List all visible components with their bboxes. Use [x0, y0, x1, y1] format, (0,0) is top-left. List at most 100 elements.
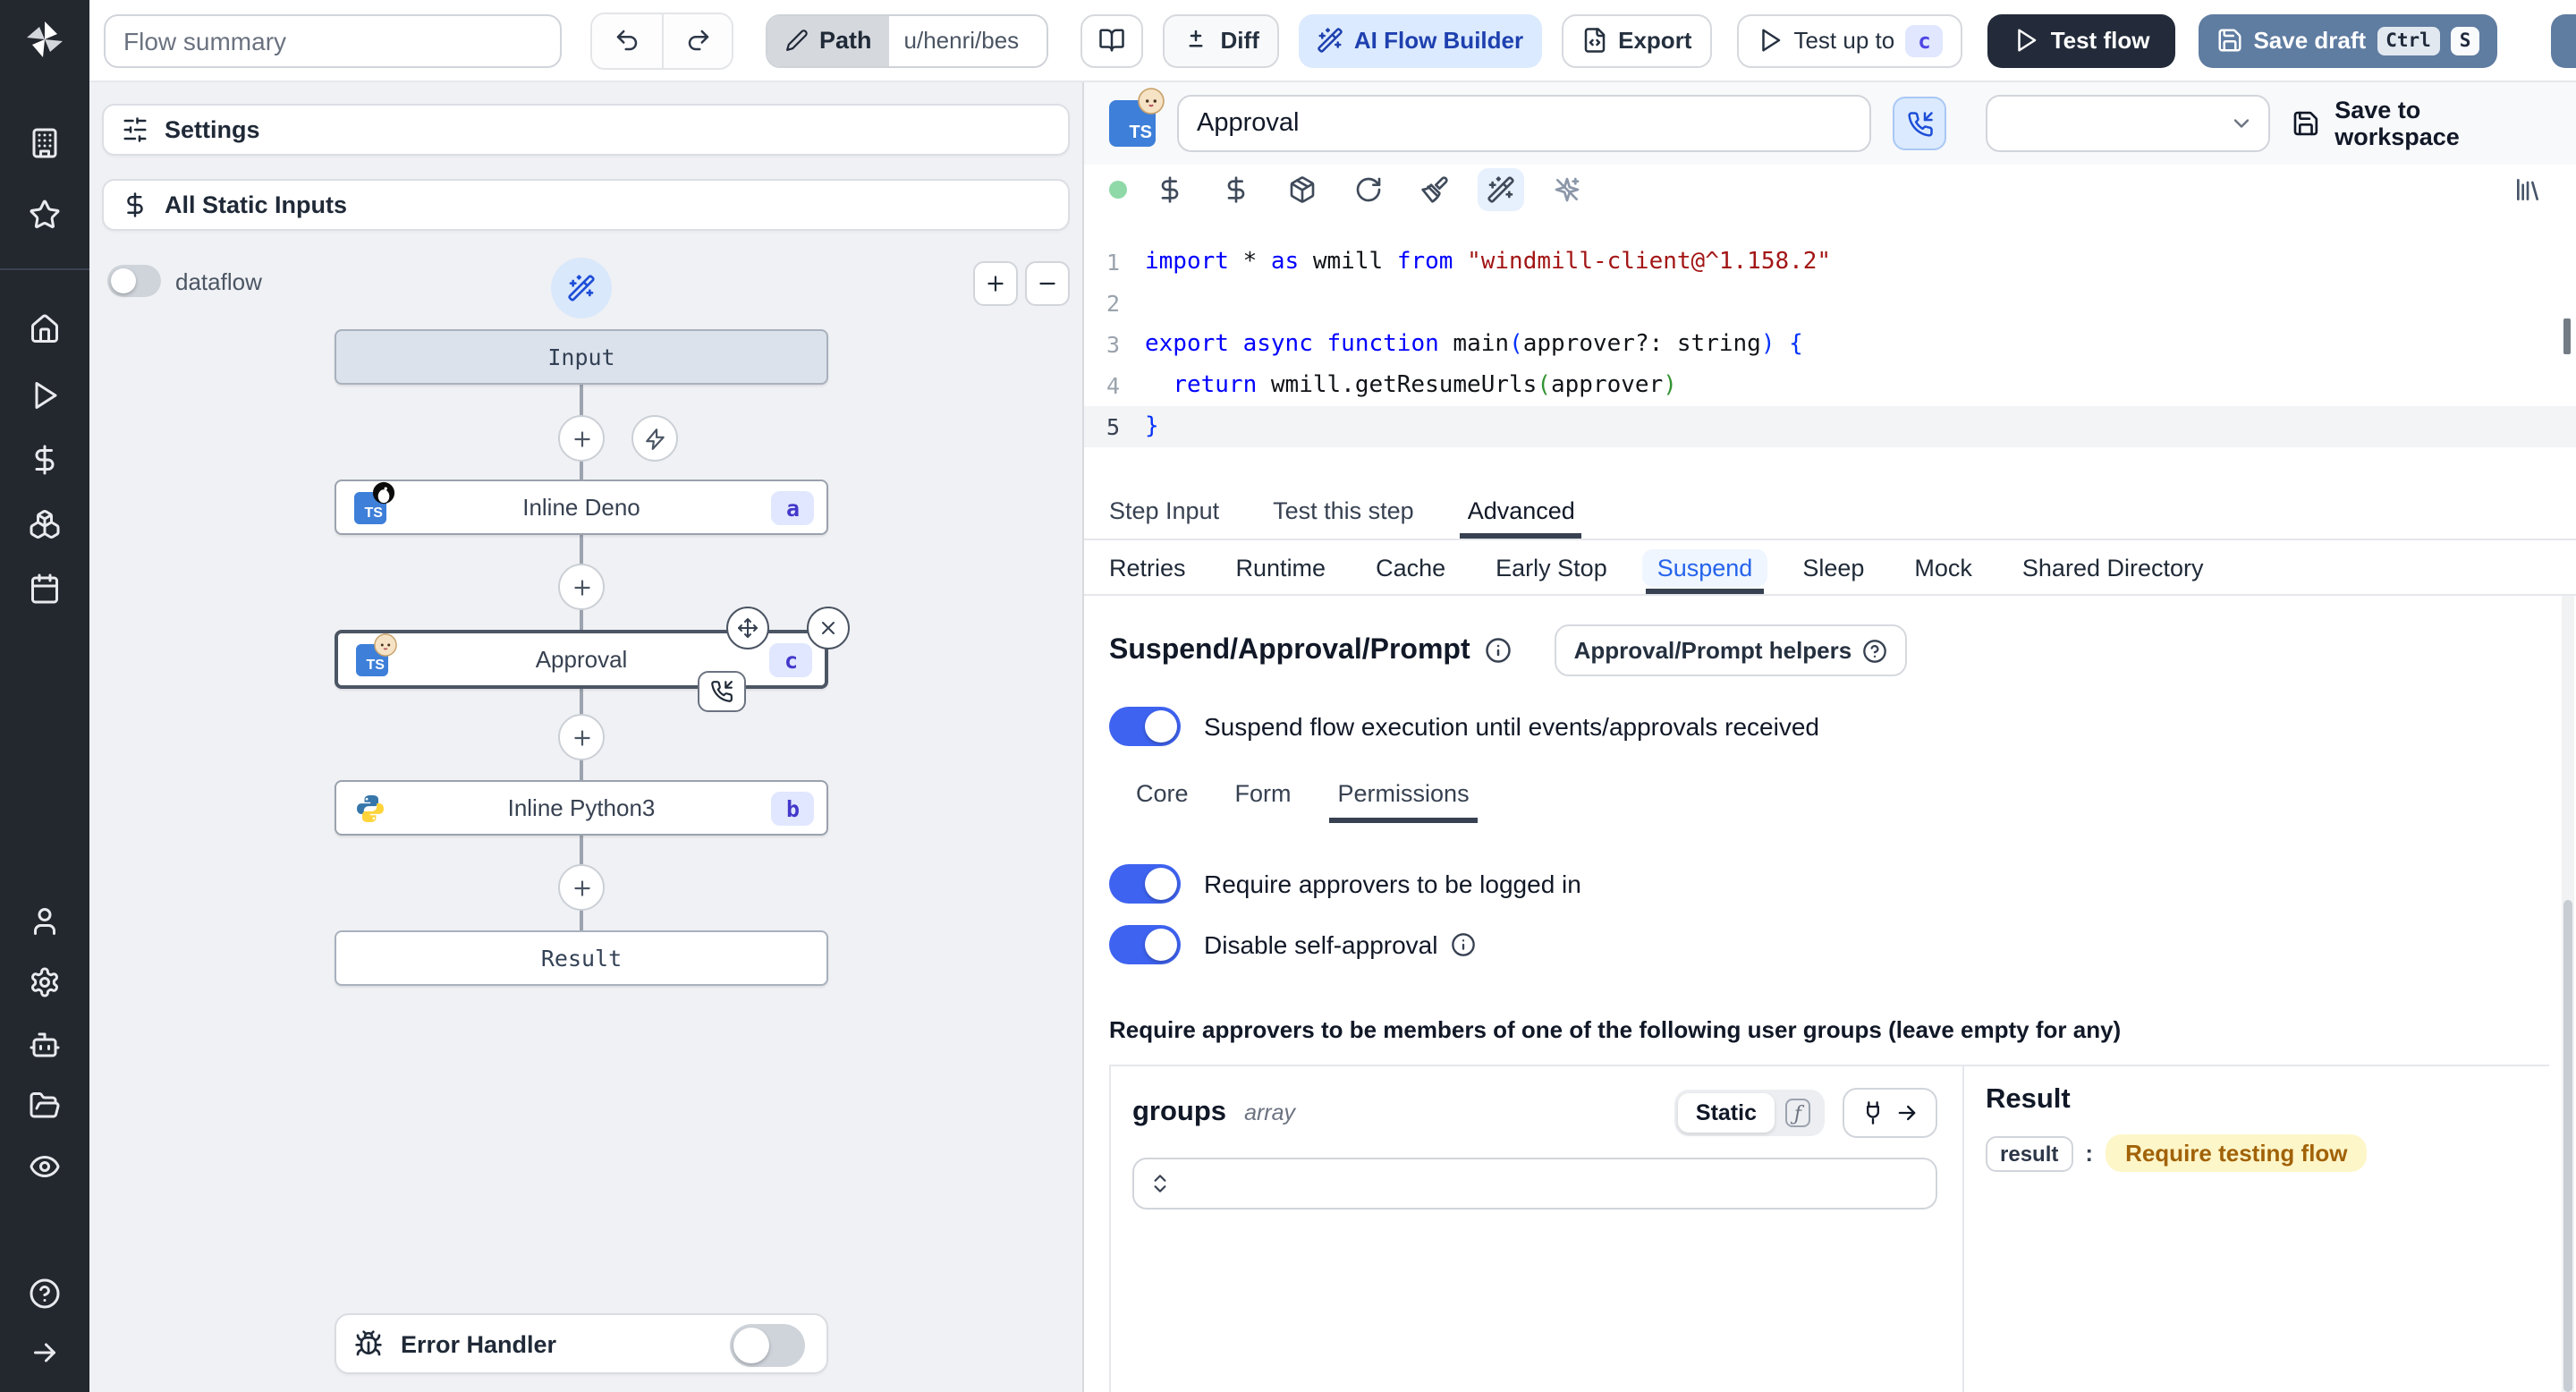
code-line[interactable]: 2 — [1084, 283, 2576, 324]
all-static-inputs-button[interactable]: All Static Inputs — [102, 179, 1070, 231]
graph-node-result[interactable]: Result — [335, 930, 828, 986]
schedules-calendar-icon[interactable] — [29, 573, 61, 605]
graph-node-input[interactable]: Input — [335, 329, 828, 385]
path-value-input[interactable]: u/henri/bes — [889, 15, 1047, 65]
code-editor[interactable]: 1 import * as wmill from "windmill-client… — [1084, 215, 2576, 483]
graph-node-inline-deno[interactable]: TS Inline Deno a — [335, 480, 828, 535]
save-draft-button[interactable]: Save draft Ctrl S — [2198, 13, 2498, 67]
variables-dollar-icon[interactable] — [29, 444, 61, 476]
info-icon[interactable] — [1485, 637, 1512, 664]
result-key-badge[interactable]: result — [1986, 1135, 2073, 1171]
deploy-button-partial[interactable] — [2551, 14, 2576, 68]
code-line[interactable]: 3 export async function main(approver?: s… — [1084, 324, 2576, 365]
runs-play-icon[interactable] — [29, 379, 61, 412]
docs-button[interactable] — [1080, 13, 1144, 67]
tab-form[interactable]: Form — [1235, 780, 1292, 823]
step-id-badge: b — [771, 791, 814, 825]
approval-phone-badge[interactable] — [698, 671, 746, 712]
connect-input-button[interactable] — [1843, 1088, 1937, 1138]
step-id-badge: c — [769, 642, 812, 676]
scrollbar-thumb[interactable] — [2563, 900, 2572, 1392]
resources-dollar-icon[interactable] — [1213, 168, 1259, 211]
zoom-in-button[interactable] — [973, 261, 1018, 306]
subtab-suspend[interactable]: Suspend — [1642, 540, 1767, 594]
flow-settings-button[interactable]: Settings — [102, 104, 1070, 156]
subtab-shared-directory[interactable]: Shared Directory — [2022, 540, 2204, 594]
building-icon[interactable] — [29, 127, 61, 159]
ai-flow-builder-button[interactable]: AI Flow Builder — [1298, 13, 1542, 67]
user-icon[interactable] — [29, 905, 61, 938]
subtab-early-stop[interactable]: Early Stop — [1496, 540, 1607, 594]
path-button[interactable]: Path — [767, 15, 890, 65]
move-step-button[interactable] — [726, 607, 769, 649]
test-up-to-button[interactable]: Test up to c — [1736, 13, 1963, 67]
audit-eye-icon[interactable] — [29, 1150, 61, 1183]
script-version-select[interactable] — [1985, 95, 2271, 152]
home-icon[interactable] — [29, 313, 61, 345]
library-icon[interactable] — [2504, 168, 2551, 211]
variables-dollar-icon[interactable] — [1147, 168, 1193, 211]
export-button[interactable]: Export — [1561, 13, 1712, 67]
help-icon[interactable] — [29, 1277, 61, 1310]
code-line[interactable]: 5} — [1084, 406, 2576, 447]
suspend-flow-toggle[interactable] — [1109, 707, 1181, 746]
approval-phone-button[interactable] — [1893, 97, 1946, 150]
reload-icon[interactable] — [1345, 168, 1392, 211]
bug-icon — [354, 1329, 383, 1358]
tab-test-this-step[interactable]: Test this step — [1273, 483, 1414, 539]
diff-button[interactable]: Diff — [1163, 13, 1279, 67]
code-line[interactable]: 4 return wmill.getResumeUrls(approver) — [1084, 365, 2576, 406]
code-line[interactable]: 1 import * as wmill from "windmill-client… — [1084, 242, 2576, 283]
paintbrush-icon[interactable] — [1411, 168, 1458, 211]
graph-node-inline-python3[interactable]: Inline Python3 b — [335, 780, 828, 836]
save-to-workspace-button[interactable]: Save to workspace — [2292, 97, 2551, 150]
undo-redo-group — [590, 12, 733, 69]
trigger-zap-button[interactable] — [631, 415, 678, 462]
groups-multiselect-input[interactable] — [1132, 1158, 1937, 1210]
resources-boxes-icon[interactable] — [29, 508, 61, 540]
star-icon[interactable] — [29, 199, 61, 231]
phone-incoming-icon — [1906, 110, 1933, 137]
wand-sparkles-icon — [1317, 27, 1343, 54]
folders-icon[interactable] — [29, 1090, 61, 1122]
insert-step-button[interactable] — [558, 864, 605, 911]
package-icon[interactable] — [1279, 168, 1326, 211]
disable-self-approval-toggle[interactable] — [1109, 925, 1181, 964]
approval-prompt-helpers-button[interactable]: Approval/Prompt helpers — [1554, 624, 1908, 676]
insert-step-button[interactable] — [558, 714, 605, 760]
dataflow-toggle[interactable] — [107, 265, 161, 297]
tab-advanced[interactable]: Advanced — [1460, 483, 1582, 539]
error-handler-toggle[interactable] — [730, 1324, 805, 1367]
wand-sparkles-icon[interactable] — [1478, 168, 1524, 211]
step-label: Inline Python3 — [507, 794, 656, 821]
expand-arrow-icon[interactable] — [29, 1337, 61, 1369]
tab-step-input[interactable]: Step Input — [1109, 483, 1219, 539]
flow-summary-input[interactable] — [104, 13, 562, 67]
insert-step-button[interactable] — [558, 564, 605, 610]
sparkles-off-icon[interactable] — [1544, 168, 1590, 211]
test-flow-button[interactable]: Test flow — [1987, 13, 2175, 67]
step-name-input[interactable] — [1177, 95, 1872, 152]
windmill-logo[interactable] — [23, 18, 66, 61]
content-scrollbar[interactable] — [2562, 596, 2574, 1392]
require-logged-in-toggle[interactable] — [1109, 864, 1181, 904]
subtab-cache[interactable]: Cache — [1376, 540, 1445, 594]
subtab-mock[interactable]: Mock — [1914, 540, 1972, 594]
ai-graph-wand-button[interactable] — [551, 258, 612, 318]
subtab-sleep[interactable]: Sleep — [1802, 540, 1864, 594]
redo-button[interactable] — [662, 13, 732, 67]
undo-button[interactable] — [592, 13, 662, 67]
error-handler-card[interactable]: Error Handler — [335, 1313, 828, 1374]
info-icon[interactable] — [1450, 932, 1475, 957]
delete-step-button[interactable] — [807, 607, 850, 649]
javascript-mode-button[interactable]: ƒ — [1775, 1099, 1821, 1127]
zoom-out-button[interactable] — [1025, 261, 1070, 306]
tab-core[interactable]: Core — [1136, 780, 1189, 823]
tab-permissions[interactable]: Permissions — [1328, 780, 1478, 823]
static-mode-button[interactable]: Static — [1677, 1093, 1775, 1133]
insert-step-button[interactable] — [558, 415, 605, 462]
workers-bot-icon[interactable] — [29, 1029, 61, 1061]
subtab-runtime[interactable]: Runtime — [1236, 540, 1326, 594]
subtab-retries[interactable]: Retries — [1109, 540, 1186, 594]
settings-gear-icon[interactable] — [29, 966, 61, 998]
